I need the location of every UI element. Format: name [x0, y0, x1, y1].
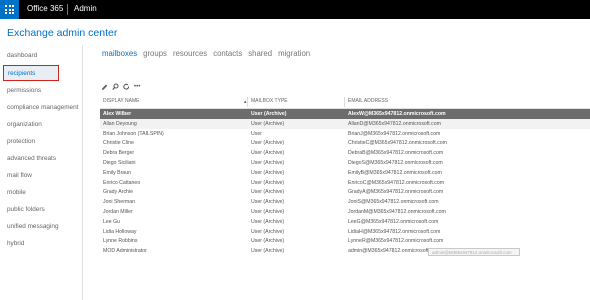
table-row[interactable]: Brian Johnson (TAILSPIN) User BrianJ@M365x…	[100, 129, 590, 139]
topbar-divider	[67, 4, 68, 15]
sidebar-nav: dashboard recipients permissions compliance…	[0, 45, 83, 300]
cell-mailbox-type: User (Archive)	[251, 120, 285, 127]
cell-email-address: LidiaH@M365x947812.onmicrosoft.com	[348, 228, 441, 235]
table-row[interactable]: Diego Siciliani User (Archive) DiegoS@M365…	[100, 158, 590, 168]
cell-email-address: EmilyB@M365x947812.onmicrosoft.com	[348, 169, 442, 176]
cell-display-name: Lidia Holloway	[103, 228, 137, 235]
column-mailbox-type[interactable]: MAILBOX TYPE	[251, 98, 288, 104]
sidebar-item-permissions[interactable]: permissions	[7, 87, 41, 94]
cell-display-name: Emily Braun	[103, 169, 131, 176]
cell-display-name: MOD Administrator	[103, 248, 147, 255]
search-icon[interactable]	[112, 83, 119, 91]
cell-email-address: LynneR@M365x947812.onmicrosoft.com	[348, 238, 444, 245]
table-header: DISPLAY NAME ▲ MAILBOX TYPE EMAIL ADDRES…	[100, 95, 590, 109]
cell-display-name: Lee Gu	[103, 218, 121, 225]
pencil-icon[interactable]	[101, 83, 108, 91]
cell-mailbox-type: User (Archive)	[251, 238, 285, 245]
cell-display-name: Enrico Cattaneo	[103, 179, 141, 186]
cell-display-name: Christie Cline	[103, 140, 134, 147]
cell-display-name: Joni Sherman	[103, 199, 136, 206]
table-row[interactable]: Joni Sherman User (Archive) JoniS@M365x947…	[100, 197, 590, 207]
app-launcher-icon[interactable]	[0, 0, 19, 19]
sidebar-item-mobile[interactable]: mobile	[7, 189, 26, 196]
cell-email-address: JoniS@M365x947812.onmicrosoft.com	[348, 199, 439, 206]
cell-display-name: Debra Berger	[103, 150, 135, 157]
tab-contacts[interactable]: contacts	[213, 49, 242, 58]
table-row[interactable]: Lee Gu User (Archive) LeeG@M365x947812.onm…	[100, 217, 590, 227]
table-row[interactable]: Emily Braun User (Archive) EmilyB@M365x947…	[100, 168, 590, 178]
cell-display-name: Lynne Robbins	[103, 238, 138, 245]
sidebar-item-dashboard[interactable]: dashboard	[7, 52, 37, 59]
cell-display-name: Brian Johnson (TAILSPIN)	[103, 130, 164, 137]
top-bar: Office 365 Admin	[0, 0, 590, 19]
cell-mailbox-type: User (Archive)	[251, 159, 285, 166]
table-row[interactable]: Christie Cline User (Archive) ChristieC@M3…	[100, 138, 590, 148]
cell-mailbox-type: User (Archive)	[251, 199, 285, 206]
cell-mailbox-type: User (Archive)	[251, 228, 285, 235]
tab-shared[interactable]: shared	[248, 49, 272, 58]
page-title: Exchange admin center	[7, 27, 118, 39]
cell-email-address: LeeG@M365x947812.onmicrosoft.com	[348, 218, 439, 225]
tab-mailboxes[interactable]: mailboxes	[102, 49, 137, 58]
column-display-name[interactable]: DISPLAY NAME	[103, 98, 140, 104]
table-row[interactable]: Jordan Miller User (Archive) JordanM@M365x…	[100, 207, 590, 217]
cell-mailbox-type: User (Archive)	[251, 150, 285, 157]
more-icon[interactable]: •••	[134, 83, 144, 91]
cell-display-name: Jordan Miller	[103, 208, 133, 215]
cell-display-name: Grady Archie	[103, 189, 133, 196]
sidebar-item-hybrid[interactable]: hybrid	[7, 240, 24, 247]
cell-mailbox-type: User	[251, 130, 262, 137]
cell-mailbox-type: User (Archive)	[251, 189, 285, 196]
cell-display-name: Alex Wilber	[103, 111, 132, 117]
cell-mailbox-type: User (Archive)	[251, 248, 285, 255]
sidebar-item-recipients[interactable]: recipients	[3, 65, 59, 81]
cell-email-address: GradyA@M365x947812.onmicrosoft.com	[348, 189, 444, 196]
cell-mailbox-type: User (Archive)	[251, 208, 285, 215]
cell-display-name: Allan Deyoung	[103, 120, 137, 127]
table-row[interactable]: Alex Wilber User (Archive) AlexW@M365x9478…	[100, 109, 590, 119]
cell-display-name: Diego Siciliani	[103, 159, 136, 166]
sidebar-item-public-folders[interactable]: public folders	[7, 206, 45, 213]
cell-email-address: EnricoC@M365x947812.onmicrosoft.com	[348, 179, 445, 186]
table-row[interactable]: Allan Deyoung User (Archive) AllanD@M365x9…	[100, 118, 590, 129]
table-row[interactable]: Enrico Cattaneo User (Archive) EnricoC@M36…	[100, 178, 590, 188]
column-email-address[interactable]: EMAIL ADDRESS	[348, 98, 388, 104]
sidebar-item-unified-messaging[interactable]: unified messaging	[7, 223, 59, 230]
cell-email-address: JordanM@M365x947812.onmicrosoft.com	[348, 208, 446, 215]
sidebar-item-compliance-management[interactable]: compliance management	[7, 104, 78, 111]
tab-groups[interactable]: groups	[143, 49, 167, 58]
table-row[interactable]: Debra Berger User (Archive) DebraB@M365x94…	[100, 148, 590, 158]
refresh-icon[interactable]	[123, 83, 130, 91]
sidebar-item-protection[interactable]: protection	[7, 138, 35, 145]
cell-mailbox-type: User (Archive)	[251, 140, 285, 147]
cell-email-address: DebraB@M365x947812.onmicrosoft.com	[348, 150, 444, 157]
sidebar-item-advanced-threats[interactable]: advanced threats	[7, 155, 56, 162]
cell-email-address: admin@M365x947812.onmicrosoft.com	[348, 248, 440, 255]
cell-mailbox-type: User (Archive)	[251, 169, 285, 176]
cell-mailbox-type: User (Archive)	[251, 218, 285, 225]
cell-email-address: AlexW@M365x947812.onmicrosoft.com	[348, 111, 446, 117]
office365-brand[interactable]: Office 365	[27, 4, 63, 13]
table-row[interactable]: Lidia Holloway User (Archive) LidiaH@M365x…	[100, 227, 590, 237]
cell-email-address: BrianJ@M365x947812.onmicrosoft.com	[348, 130, 441, 137]
cell-mailbox-type: User (Archive)	[251, 179, 285, 186]
mailbox-table: DISPLAY NAME ▲ MAILBOX TYPE EMAIL ADDRES…	[100, 95, 590, 256]
cell-mailbox-type: User (Archive)	[251, 111, 287, 117]
tab-resources[interactable]: resources	[173, 49, 207, 58]
cell-email-address: DiegoS@M365x947812.onmicrosoft.com	[348, 159, 443, 166]
sidebar-item-mail-flow[interactable]: mail flow	[7, 172, 32, 179]
table-body: Alex Wilber User (Archive) AlexW@M365x9478…	[100, 109, 590, 256]
toolbar: •••	[101, 82, 144, 92]
email-tooltip: admin@M365x947812.onmicrosoft.com	[428, 248, 520, 256]
cell-email-address: ChristieC@M365x947812.onmicrosoft.com	[348, 140, 447, 147]
tab-bar: mailboxes groups resources contacts shared mi…	[102, 49, 316, 58]
table-row[interactable]: Grady Archie User (Archive) GradyA@M365x94…	[100, 187, 590, 197]
column-divider	[247, 97, 248, 107]
column-divider	[344, 97, 345, 107]
sidebar-item-organization[interactable]: organization	[7, 121, 42, 128]
tab-migration[interactable]: migration	[278, 49, 310, 58]
admin-link[interactable]: Admin	[74, 4, 97, 13]
table-row[interactable]: Lynne Robbins User (Archive) LynneR@M365x9…	[100, 236, 590, 246]
cell-email-address: AllanD@M365x947812.onmicrosoft.com	[348, 120, 441, 127]
